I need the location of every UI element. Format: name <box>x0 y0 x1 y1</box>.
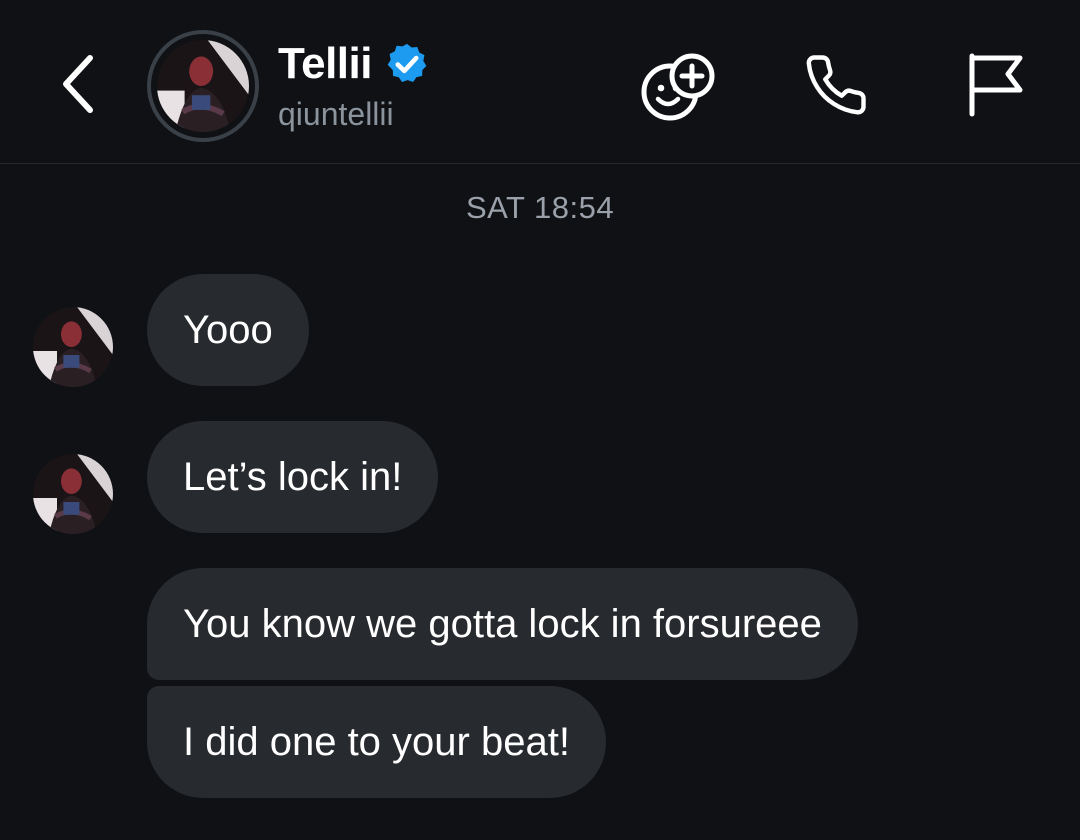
message-bubble[interactable]: You know we gotta lock in forsureee <box>147 568 858 680</box>
contact-name-row[interactable]: Tellii <box>278 39 430 88</box>
contact-handle: qiuntellii <box>278 96 394 132</box>
sender-avatar[interactable] <box>33 454 113 534</box>
message-bubble[interactable]: Yooo <box>147 274 309 386</box>
sender-avatar[interactable] <box>33 307 113 387</box>
flag-icon[interactable] <box>962 50 1028 118</box>
message-bubble[interactable]: Let’s lock in! <box>147 421 439 533</box>
phone-icon[interactable] <box>800 52 872 118</box>
contact-name: Tellii <box>278 39 372 88</box>
date-separator: SAT 18:54 <box>465 190 615 225</box>
verified-badge-icon <box>387 43 427 83</box>
back-chevron-icon[interactable] <box>56 52 100 116</box>
add-reaction-icon[interactable] <box>640 52 716 124</box>
chat-header: Tellii qiuntellii <box>0 0 1080 164</box>
message-bubble[interactable]: I did one to your beat! <box>147 686 606 798</box>
contact-avatar[interactable] <box>147 30 259 142</box>
